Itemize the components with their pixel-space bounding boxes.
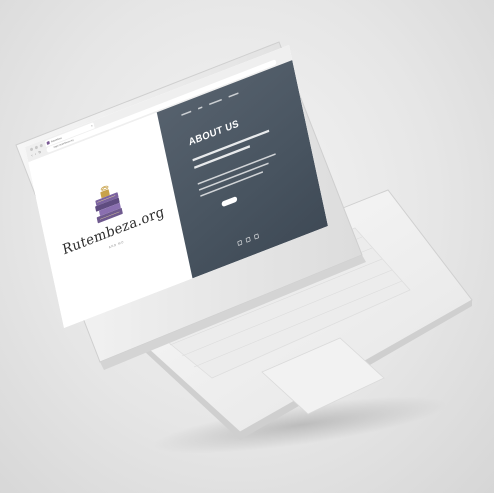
favicon-icon [46,140,50,145]
close-window-dot[interactable] [29,147,34,152]
instagram-icon[interactable] [245,236,251,243]
maximize-window-dot[interactable] [39,143,43,148]
nav-item-4[interactable] [228,92,239,98]
nav-item-3[interactable] [209,98,222,105]
twitter-icon[interactable] [253,233,260,240]
nav-item-1[interactable] [181,110,192,116]
text-line-4 [198,162,269,191]
social-icons [237,233,260,246]
laptop-scene: Rutembeza × ‹ › ↻ https://rutembeza.org … [0,0,494,493]
minimize-window-dot[interactable] [34,145,39,150]
facebook-icon[interactable] [237,239,243,246]
nav-item-2[interactable] [197,106,203,110]
contact-button[interactable] [221,196,238,208]
text-line-3 [197,153,276,185]
